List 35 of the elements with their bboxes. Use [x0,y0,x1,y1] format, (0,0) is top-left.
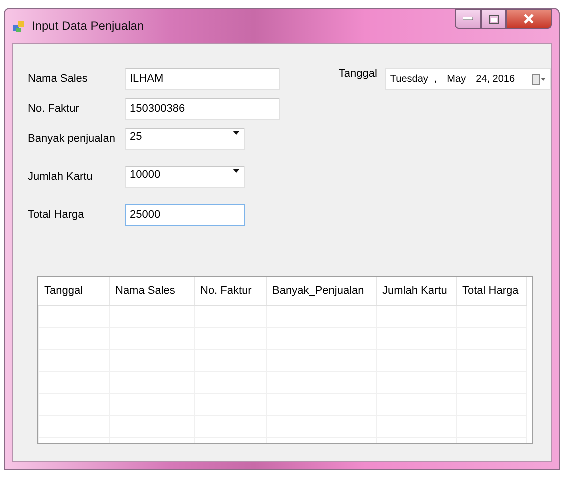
maximize-icon [488,14,498,24]
column-header[interactable]: Total Harga [456,277,526,306]
date-separator: , [434,74,438,84]
calendar-dropdown-icon[interactable] [532,74,546,84]
column-header[interactable]: Tanggal [38,277,109,306]
column-header[interactable]: Jumlah Kartu [376,277,456,306]
close-icon [523,14,535,24]
dropdown-value: 25 [130,131,142,143]
text-field[interactable]: 150300386 [125,98,280,120]
maximize-button[interactable] [481,9,506,29]
app-icon [12,19,26,33]
date-picker[interactable]: Tuesday , May 24, 2016 [385,68,551,90]
date-weekday: Tuesday [390,74,428,84]
field-label: Banyak penjualan [28,133,116,145]
field-label: No. Faktur [28,103,80,115]
dropdown-value: 10000 [130,169,161,181]
field-label: Jumlah Kartu [28,171,94,183]
date-month: May [447,74,466,84]
field-label: Total Harga [28,209,86,221]
dropdown[interactable]: 25 [125,128,245,150]
column-header[interactable]: Banyak_Penjualan [266,277,376,306]
minimize-icon [463,17,473,21]
text-field[interactable]: 25000 [125,204,245,226]
dropdown[interactable]: 10000 [125,166,245,188]
column-header[interactable]: Nama Sales [109,277,194,306]
field-label: Nama Sales [28,73,89,85]
date-day-year: 24, 2016 [476,74,516,84]
minimize-button[interactable] [455,9,481,29]
window-title: Input Data Penjualan [32,19,146,33]
column-header[interactable]: No. Faktur [194,277,266,306]
caret-icon [233,131,240,135]
text-field[interactable]: ILHAM [125,68,280,90]
close-button[interactable] [506,9,552,29]
caret-icon [233,169,240,173]
date-label: Tanggal [338,68,378,82]
